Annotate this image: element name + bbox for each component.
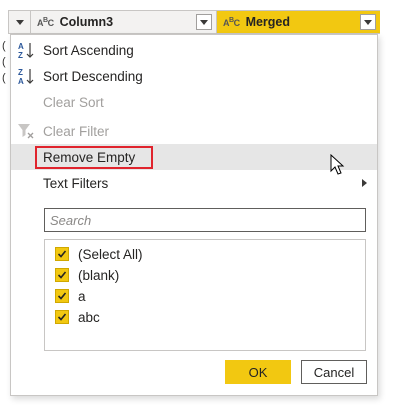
list-item-label: a [78,288,86,304]
chevron-right-icon [362,179,367,187]
column3-header-label: Column3 [59,15,114,29]
menu-item-clear-sort[interactable]: Clear Sort [11,89,377,115]
merged-filter-button[interactable] [360,14,376,30]
previous-column-filter-button[interactable] [9,11,31,33]
chevron-down-icon [364,19,372,25]
filter-value-list[interactable]: (Select All) (blank) a abc [44,239,366,351]
search-input[interactable] [44,208,366,232]
checkmark-icon [57,292,67,300]
text-type-icon[interactable]: ABC [223,17,240,28]
sort-ascending-icon: A Z [18,42,34,59]
checkbox[interactable] [55,268,69,282]
menu-item-label: Remove Empty [43,149,136,165]
menu-item-clear-filter[interactable]: Clear Filter [11,118,377,144]
checkbox[interactable] [55,247,69,261]
background-cell-text: ( [2,72,6,84]
column-header-row: ABC Column3 ABC Merged [8,10,380,34]
background-cell-text: ( [2,56,6,68]
column3-filter-button[interactable] [196,14,212,30]
menu-item-remove-empty[interactable]: Remove Empty [11,144,377,170]
checkbox[interactable] [55,310,69,324]
chevron-down-icon [200,19,208,25]
ok-button[interactable]: OK [225,360,291,384]
menu-item-text-filters[interactable]: Text Filters [11,170,377,196]
sort-descending-icon: Z A [18,68,34,85]
checkmark-icon [57,313,67,321]
merged-header-label: Merged [245,15,291,29]
svg-text:A: A [18,77,24,85]
menu-item-label: Sort Descending [43,68,143,84]
menu-item-label: Text Filters [43,175,109,191]
menu-item-label: Sort Ascending [43,42,134,58]
checkmark-icon [57,250,67,258]
menu-item-sort-descending[interactable]: Z A Sort Descending [11,63,377,89]
filter-dropdown-panel: A Z Sort Ascending Z A Sort Descending C… [10,34,378,396]
menu-item-label: Clear Filter [43,123,110,139]
column3-header[interactable]: ABC Column3 [31,11,217,33]
svg-text:A: A [18,42,24,51]
menu-item-sort-ascending[interactable]: A Z Sort Ascending [11,37,377,63]
text-type-icon[interactable]: ABC [37,17,54,28]
mouse-pointer-icon [330,154,345,175]
checkbox[interactable] [55,289,69,303]
list-item-label: abc [78,309,100,325]
clear-filter-icon [18,124,34,139]
chevron-down-icon [15,19,24,25]
list-item-select-all[interactable]: (Select All) [55,244,143,264]
list-item[interactable]: abc [55,307,100,327]
list-item[interactable]: (blank) [55,265,119,285]
svg-text:Z: Z [18,51,23,59]
menu-item-label: Clear Sort [43,94,104,110]
svg-text:Z: Z [18,68,23,77]
cancel-button[interactable]: Cancel [301,360,367,384]
list-item-label: (blank) [78,267,120,283]
merged-header[interactable]: ABC Merged [217,11,380,33]
checkmark-icon [57,271,67,279]
background-cell-text: ( [2,40,6,52]
list-item-label: (Select All) [78,246,143,262]
list-item[interactable]: a [55,286,86,306]
